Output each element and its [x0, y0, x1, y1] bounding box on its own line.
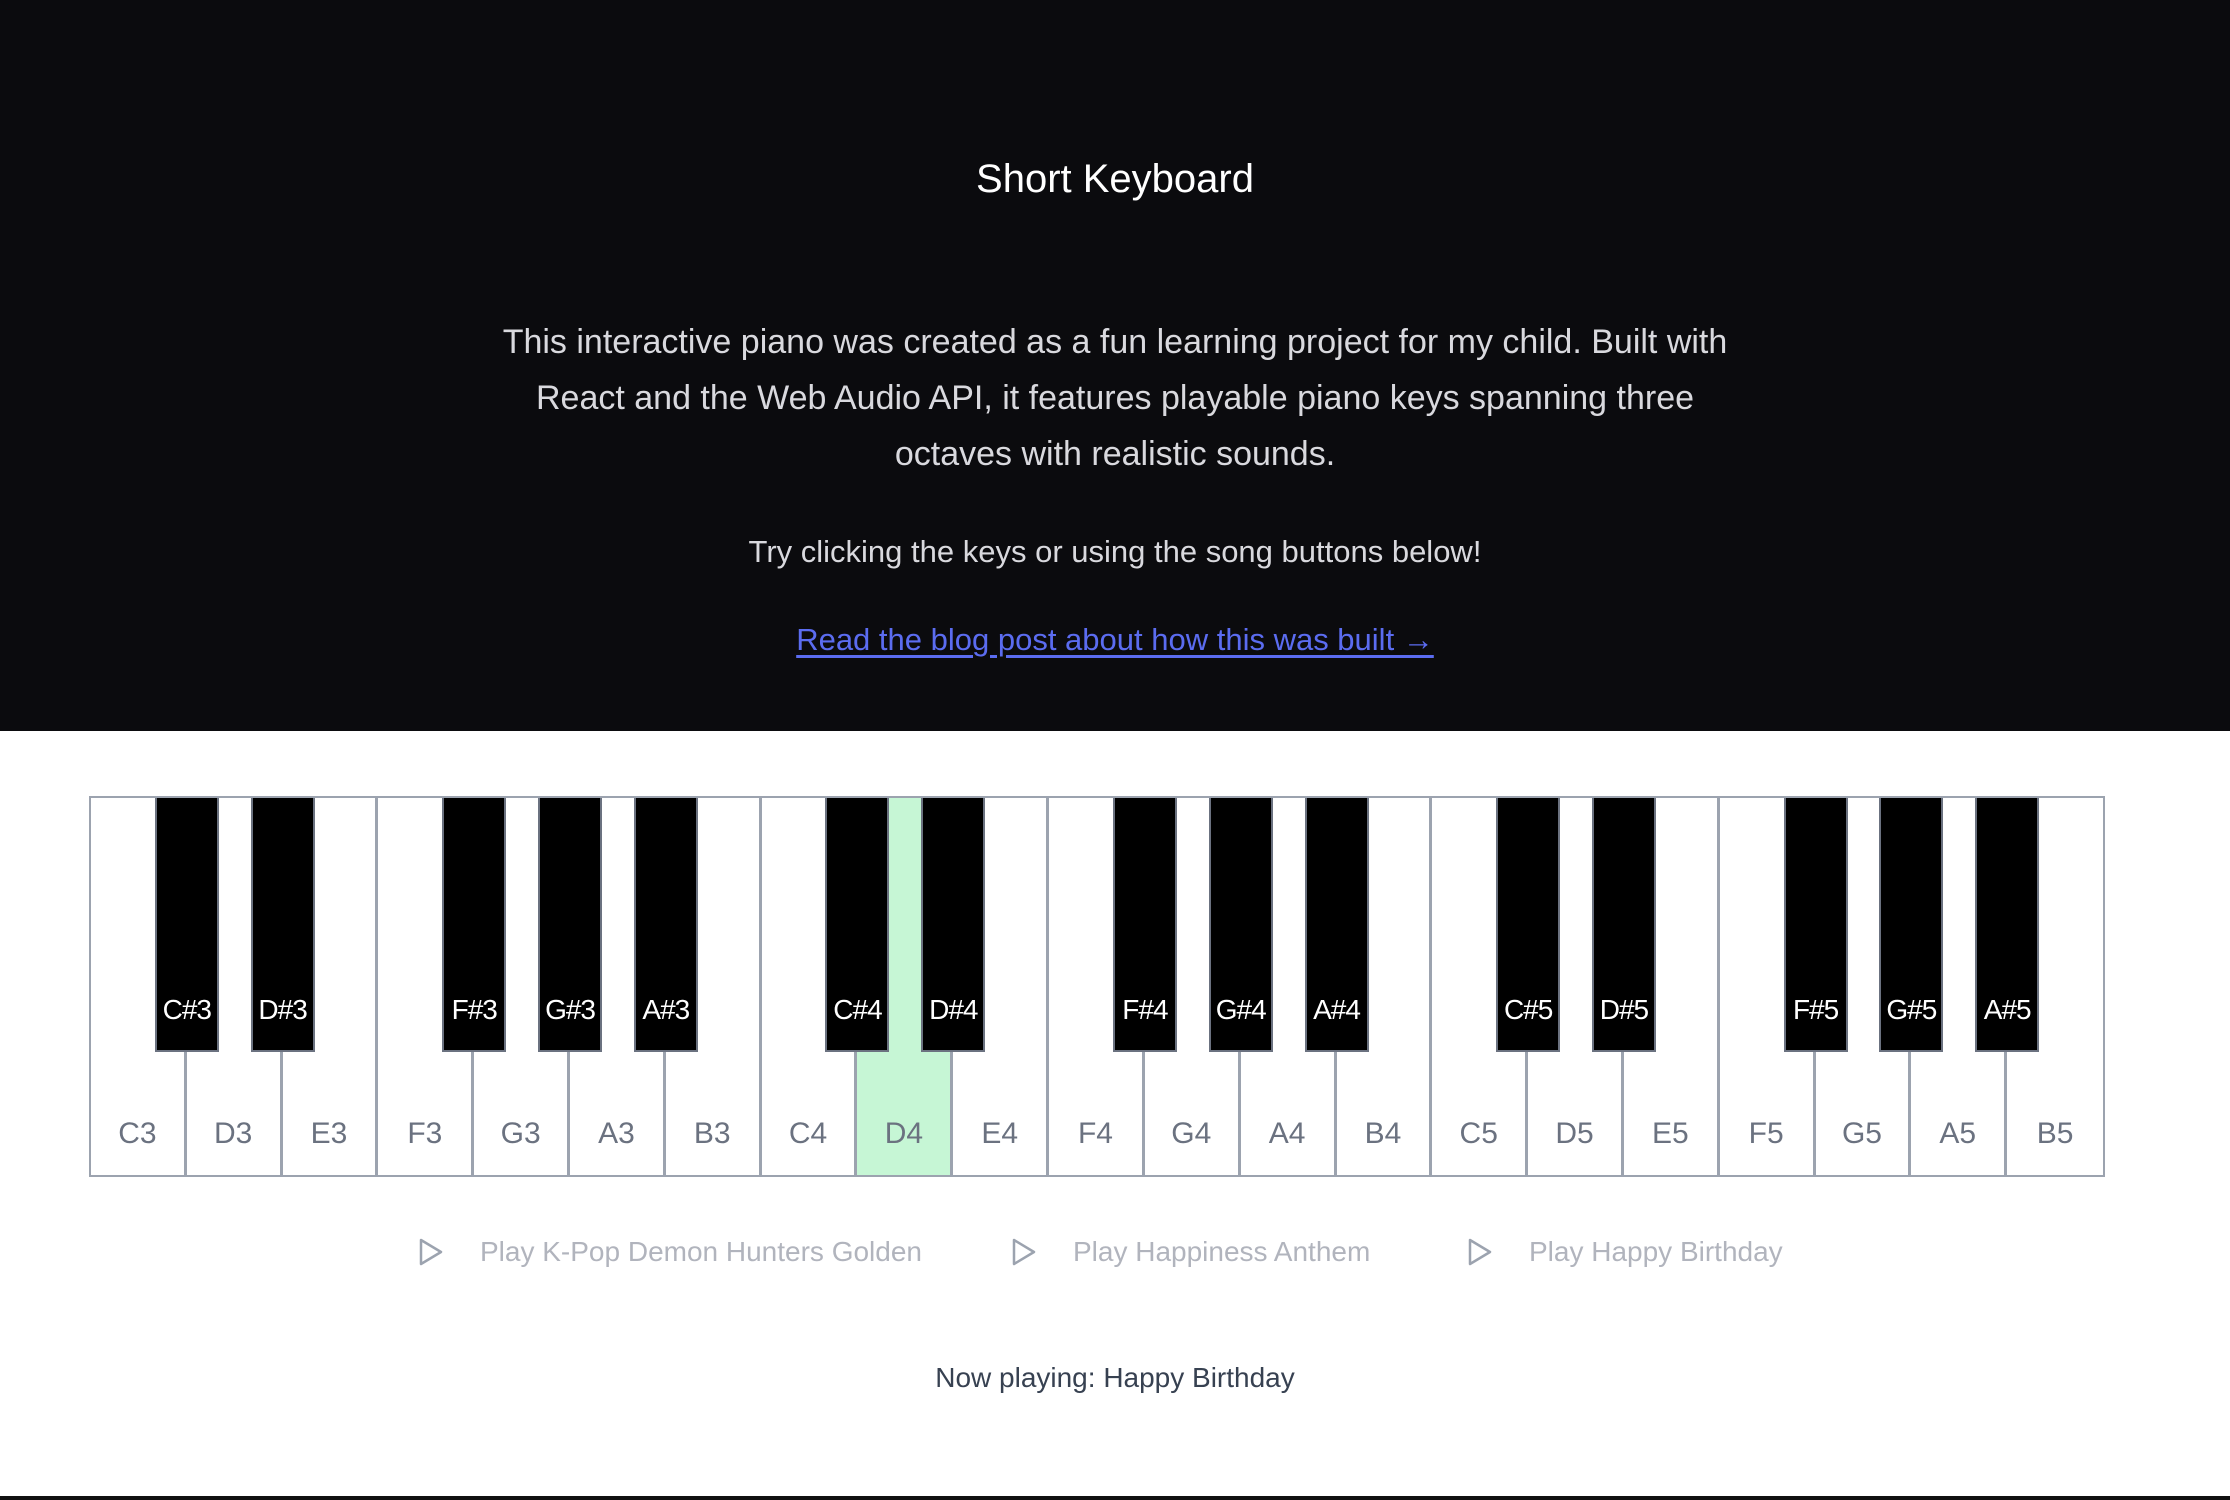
play-happy-birthday-button[interactable]: Play Happy Birthday: [1467, 1230, 1783, 1274]
key-label: G4: [1171, 1117, 1212, 1150]
black-key-f-sharp4[interactable]: F#4: [1112, 798, 1177, 1052]
key-label: E3: [310, 1117, 348, 1150]
black-key-c-sharp3[interactable]: C#3: [154, 798, 219, 1052]
hint-text: Try clicking the keys or using the song …: [748, 534, 1482, 569]
key-label: G#5: [1886, 994, 1937, 1025]
key-label: D#5: [1599, 994, 1649, 1025]
key-label: C#4: [833, 994, 882, 1025]
black-key-g-sharp5[interactable]: G#5: [1879, 798, 1944, 1052]
key-label: D#4: [929, 994, 978, 1025]
key-label: C#5: [1503, 994, 1553, 1025]
play-golden-button[interactable]: Play K-Pop Demon Hunters Golden: [418, 1230, 922, 1274]
key-label: F5: [1748, 1117, 1784, 1150]
key-label: B5: [2036, 1117, 2074, 1150]
black-key-g-sharp4[interactable]: G#4: [1208, 798, 1273, 1052]
bottom-divider: [0, 1496, 2230, 1500]
black-key-a-sharp5[interactable]: A#5: [1975, 798, 2040, 1052]
black-key-c-sharp5[interactable]: C#5: [1496, 798, 1561, 1052]
black-key-a-sharp3[interactable]: A#3: [633, 798, 698, 1052]
key-label: C4: [788, 1117, 828, 1150]
key-label: A4: [1268, 1117, 1306, 1150]
song-label: Play K-Pop Demon Hunters Golden: [480, 1236, 922, 1267]
black-key-c-sharp4[interactable]: C#4: [825, 798, 890, 1052]
key-label: F#5: [1792, 994, 1839, 1025]
black-key-a-sharp4[interactable]: A#4: [1304, 798, 1369, 1052]
now-playing-status: Now playing: Happy Birthday: [935, 1362, 1295, 1393]
key-label: C#3: [162, 994, 212, 1025]
key-label: G3: [500, 1117, 541, 1150]
key-label: E4: [981, 1117, 1019, 1150]
key-label: A#4: [1313, 994, 1361, 1025]
key-label: C3: [118, 1117, 157, 1150]
hero-section: Short Keyboard This interactive piano wa…: [0, 0, 2230, 731]
song-label: Play Happy Birthday: [1529, 1236, 1783, 1267]
piano-keyboard: C3 D3 E3 F3 G3 A3 B3 C4 D4 E4 F4 G4 A4 B4 C5 D5 E5 F5 G5 A5…: [89, 796, 2105, 1177]
key-label: F4: [1077, 1117, 1113, 1150]
black-key-d-sharp5[interactable]: D#5: [1591, 798, 1656, 1052]
key-label: F#4: [1122, 994, 1168, 1025]
key-label: D4: [884, 1117, 924, 1150]
key-label: A#5: [1983, 994, 2032, 1025]
key-label: E5: [1651, 1117, 1689, 1150]
page-title: Short Keyboard: [976, 157, 1254, 201]
song-label: Play Happiness Anthem: [1073, 1236, 1371, 1267]
key-label: F3: [407, 1117, 443, 1150]
black-key-d-sharp4[interactable]: D#4: [921, 798, 986, 1052]
key-label: B3: [693, 1117, 731, 1150]
play-icon: [1467, 1237, 1493, 1267]
black-key-f-sharp3[interactable]: F#3: [442, 798, 507, 1052]
black-key-d-sharp3[interactable]: D#3: [250, 798, 315, 1052]
key-label: G#4: [1215, 994, 1267, 1025]
key-label: A#3: [642, 994, 690, 1025]
description-text: This interactive piano was created as a …: [502, 323, 1728, 473]
key-label: D3: [214, 1117, 253, 1150]
black-key-f-sharp5[interactable]: F#5: [1783, 798, 1848, 1052]
key-label: D#3: [258, 994, 307, 1025]
play-icon: [1011, 1237, 1037, 1267]
play-happiness-anthem-button[interactable]: Play Happiness Anthem: [1011, 1230, 1370, 1274]
key-label: G5: [1841, 1117, 1882, 1150]
key-label: A3: [598, 1117, 635, 1150]
blog-post-link[interactable]: Read the blog post about how this was bu…: [0, 618, 2230, 662]
play-icon: [418, 1237, 444, 1267]
key-label: F#3: [451, 994, 498, 1025]
key-label: A5: [1939, 1117, 1977, 1150]
song-buttons: Play K-Pop Demon Hunters Golden Play Hap…: [0, 1230, 2230, 1274]
key-label: D5: [1555, 1117, 1594, 1150]
key-label: G#3: [545, 994, 596, 1025]
black-key-g-sharp3[interactable]: G#3: [538, 798, 603, 1052]
key-label: B4: [1364, 1117, 1402, 1150]
key-label: C5: [1459, 1117, 1498, 1150]
